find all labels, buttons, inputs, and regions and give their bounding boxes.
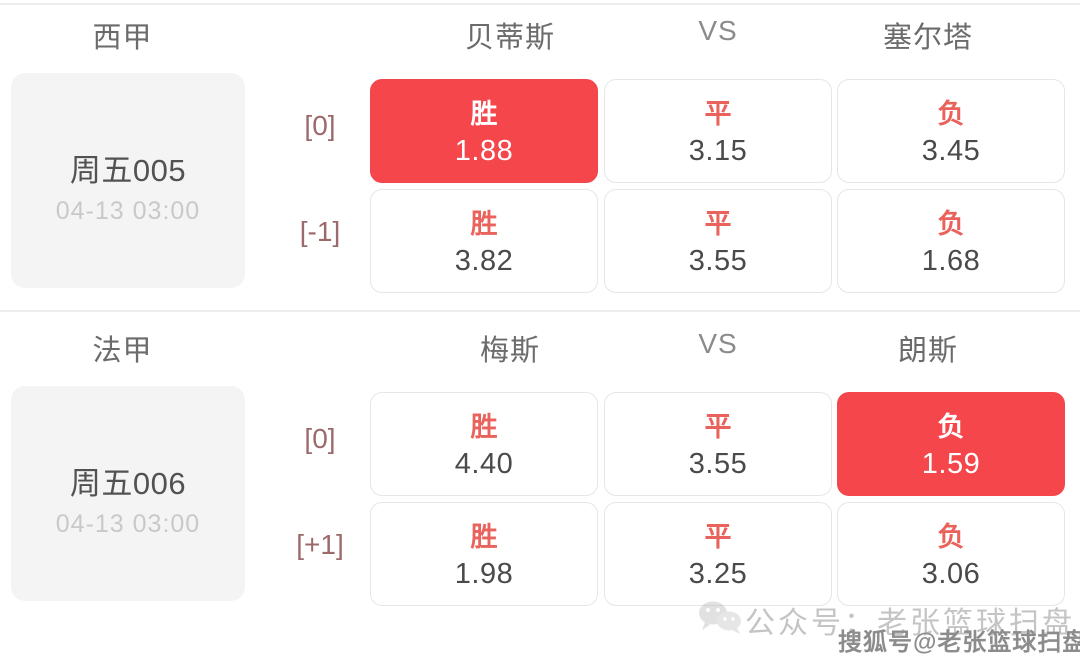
odds-cell-lose[interactable]: 负 1.68	[837, 189, 1065, 293]
odds-outcome-label: 负	[937, 99, 965, 129]
odds-cell-draw[interactable]: 平 3.15	[604, 79, 832, 183]
odds-value: 3.45	[921, 135, 981, 167]
match-block: 西甲 贝蒂斯 VS 塞尔塔 周五005 04-13 03:00 [0] [-1]…	[0, 0, 1080, 308]
odds-value: 4.40	[454, 448, 514, 480]
odds-cell-win[interactable]: 胜 1.98	[370, 502, 598, 606]
odds-cell-lose[interactable]: 负 3.06	[837, 502, 1065, 606]
odds-outcome-label: 平	[704, 209, 732, 239]
odds-value: 1.88	[454, 135, 514, 167]
odds-value: 3.15	[688, 135, 748, 167]
sohu-watermark-text: 搜狐号@老张篮球扫盘	[838, 629, 1080, 656]
odds-cell-win[interactable]: 胜 1.88	[370, 79, 598, 183]
odds-outcome-label: 胜	[470, 99, 498, 129]
odds-value: 3.55	[688, 245, 748, 277]
odds-board: 西甲 贝蒂斯 VS 塞尔塔 周五005 04-13 03:00 [0] [-1]…	[0, 0, 1080, 656]
odds-grid: 胜 1.88 平 3.15 负 3.45 胜 3.82 平 3.55 负 1.6…	[0, 0, 1080, 308]
odds-cell-draw[interactable]: 平 3.55	[604, 392, 832, 496]
odds-value: 3.25	[688, 558, 748, 590]
odds-outcome-label: 平	[704, 522, 732, 552]
odds-cell-win[interactable]: 胜 4.40	[370, 392, 598, 496]
odds-value: 1.68	[921, 245, 981, 277]
odds-cell-draw[interactable]: 平 3.55	[604, 189, 832, 293]
odds-outcome-label: 平	[704, 412, 732, 442]
odds-value: 1.98	[454, 558, 514, 590]
odds-cell-win[interactable]: 胜 3.82	[370, 189, 598, 293]
wechat-icon	[699, 601, 741, 634]
odds-outcome-label: 胜	[470, 412, 498, 442]
odds-outcome-label: 负	[937, 412, 965, 442]
odds-cell-lose[interactable]: 负 3.45	[837, 79, 1065, 183]
odds-cell-draw[interactable]: 平 3.25	[604, 502, 832, 606]
odds-value: 1.59	[921, 448, 981, 480]
odds-cell-lose[interactable]: 负 1.59	[837, 392, 1065, 496]
odds-outcome-label: 负	[937, 522, 965, 552]
odds-outcome-label: 胜	[470, 522, 498, 552]
odds-value: 3.82	[454, 245, 514, 277]
odds-value: 3.06	[921, 558, 981, 590]
odds-outcome-label: 胜	[470, 209, 498, 239]
odds-outcome-label: 负	[937, 209, 965, 239]
odds-value: 3.55	[688, 448, 748, 480]
match-block-divider	[0, 310, 1080, 312]
odds-outcome-label: 平	[704, 99, 732, 129]
